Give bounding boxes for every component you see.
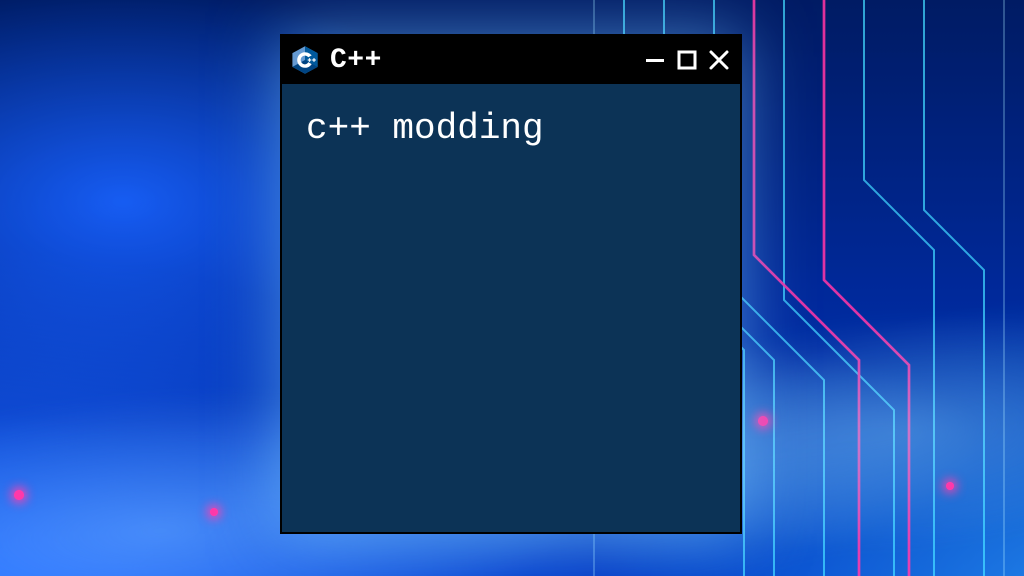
app-window: C++ c++ modding [280,34,742,534]
maximize-button[interactable] [676,49,698,71]
minimize-button[interactable] [644,49,666,71]
window-title: C++ [330,45,634,76]
window-glow-wrap: C++ c++ modding [280,34,742,534]
window-controls [644,49,730,71]
glow-dot [758,416,768,426]
glow-dot [14,490,24,500]
minimize-icon [645,50,665,70]
glow-dot [210,508,218,516]
glow-dot [946,482,954,490]
close-icon [708,49,730,71]
terminal-content[interactable]: c++ modding [282,84,740,532]
close-button[interactable] [708,49,730,71]
cpp-logo-icon [290,45,320,75]
titlebar[interactable]: C++ [282,36,740,84]
maximize-icon [677,50,697,70]
